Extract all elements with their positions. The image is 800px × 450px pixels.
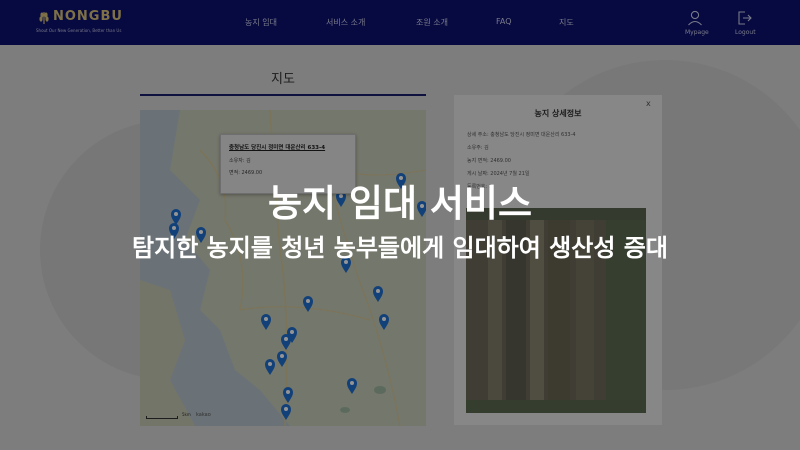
hero-subtitle: 탐지한 농지를 청년 농부들에게 임대하여 생산성 증대 <box>132 234 668 262</box>
hero-title: 농지 임대 서비스 <box>267 182 533 225</box>
